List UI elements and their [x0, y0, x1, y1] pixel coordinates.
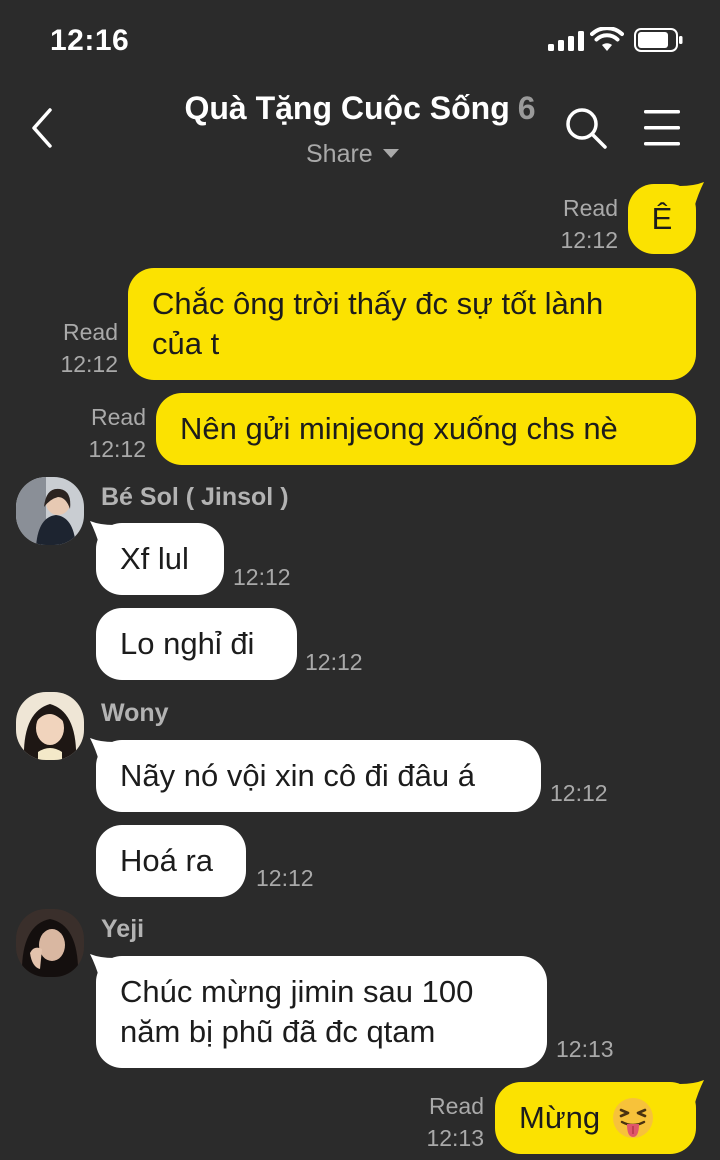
sender-name: Bé Sol ( Jinsol ): [101, 483, 289, 511]
message-time: 12:12: [233, 564, 291, 590]
avatar-photo-icon: [16, 909, 84, 977]
status-time: 12:16: [50, 24, 130, 57]
message-text: Nên gửi minjeong xuống chs nè: [180, 411, 618, 446]
search-icon[interactable]: [564, 106, 608, 150]
message-time: 12:12: [305, 649, 363, 675]
message-text-line: của t: [152, 326, 220, 361]
sender-name: Yeji: [101, 915, 145, 943]
squinting-tongue-face-icon: [613, 1098, 654, 1138]
chat-header: Quà Tặng Cuộc Sống 6 Share: [0, 84, 720, 180]
share-label: Share: [306, 140, 373, 168]
avatar-wony[interactable]: [16, 692, 84, 760]
wifi-icon: [590, 27, 624, 51]
message-time: 12:12: [88, 436, 146, 462]
avatar-be-sol[interactable]: [16, 477, 84, 545]
message-text-line: Chúc mừng jimin sau 100: [120, 974, 474, 1009]
message-meta: Read 12:12: [40, 316, 118, 380]
menu-icon[interactable]: [644, 108, 680, 148]
message-bubble-theirs[interactable]: Hoá ra: [96, 825, 246, 897]
message-time: 12:12: [256, 865, 314, 891]
read-receipt: Read: [429, 1093, 484, 1119]
cellular-signal-icon: [548, 31, 584, 51]
message-text: Nãy nó vội xin cô đi đâu á: [120, 758, 475, 793]
message-bubble-theirs[interactable]: Lo nghỉ đi: [96, 608, 297, 680]
avatar-photo-icon: [16, 692, 84, 760]
avatar-photo-icon: [16, 477, 84, 545]
message-bubble-theirs[interactable]: Xf lul: [96, 523, 224, 595]
message-bubble-theirs[interactable]: Nãy nó vội xin cô đi đâu á: [96, 740, 541, 812]
sender-name: Wony: [101, 699, 169, 727]
message-time: 12:12: [550, 780, 608, 806]
avatar-yeji[interactable]: [16, 909, 84, 977]
share-button[interactable]: Share: [306, 140, 399, 169]
message-bubble-mine[interactable]: Mừng: [495, 1082, 696, 1154]
message-text: Ê: [651, 201, 673, 236]
message-time: 12:12: [560, 227, 618, 253]
message-text-line: Chắc ông trời thấy đc sự tốt lành: [152, 286, 604, 321]
message-text: Hoá ra: [120, 843, 214, 878]
bubble-tail: [680, 1080, 704, 1106]
read-receipt: Read: [63, 319, 118, 345]
message-text: Xf lul: [120, 541, 189, 576]
message-bubble-mine[interactable]: Chắc ông trời thấy đc sự tốt lành của t: [128, 268, 696, 380]
bubble-tail: [680, 182, 704, 208]
read-receipt: Read: [563, 195, 618, 221]
message-text: Mừng: [519, 1100, 601, 1135]
chat-title[interactable]: Quà Tặng Cuộc Sống: [184, 90, 509, 126]
message-bubble-mine[interactable]: Nên gửi minjeong xuống chs nè: [156, 393, 696, 465]
member-count: 6: [517, 90, 536, 126]
message-meta: Read 12:12: [68, 401, 146, 465]
message-meta: Read 12:13: [406, 1090, 484, 1154]
status-bar: 12:16: [0, 0, 720, 84]
message-meta: Read 12:12: [540, 192, 618, 256]
chat-title-row: Quà Tặng Cuộc Sống 6: [0, 90, 720, 127]
message-time: 12:13: [556, 1036, 614, 1062]
caret-down-icon: [382, 149, 399, 158]
message-text-line: năm bị phũ đã đc qtam: [120, 1014, 436, 1049]
battery-icon: [634, 28, 683, 52]
message-time: 12:13: [426, 1125, 484, 1151]
message-bubble-theirs[interactable]: Chúc mừng jimin sau 100 năm bị phũ đã đc…: [96, 956, 547, 1068]
message-text: Lo nghỉ đi: [120, 626, 255, 661]
message-time: 12:12: [60, 351, 118, 377]
read-receipt: Read: [91, 404, 146, 430]
